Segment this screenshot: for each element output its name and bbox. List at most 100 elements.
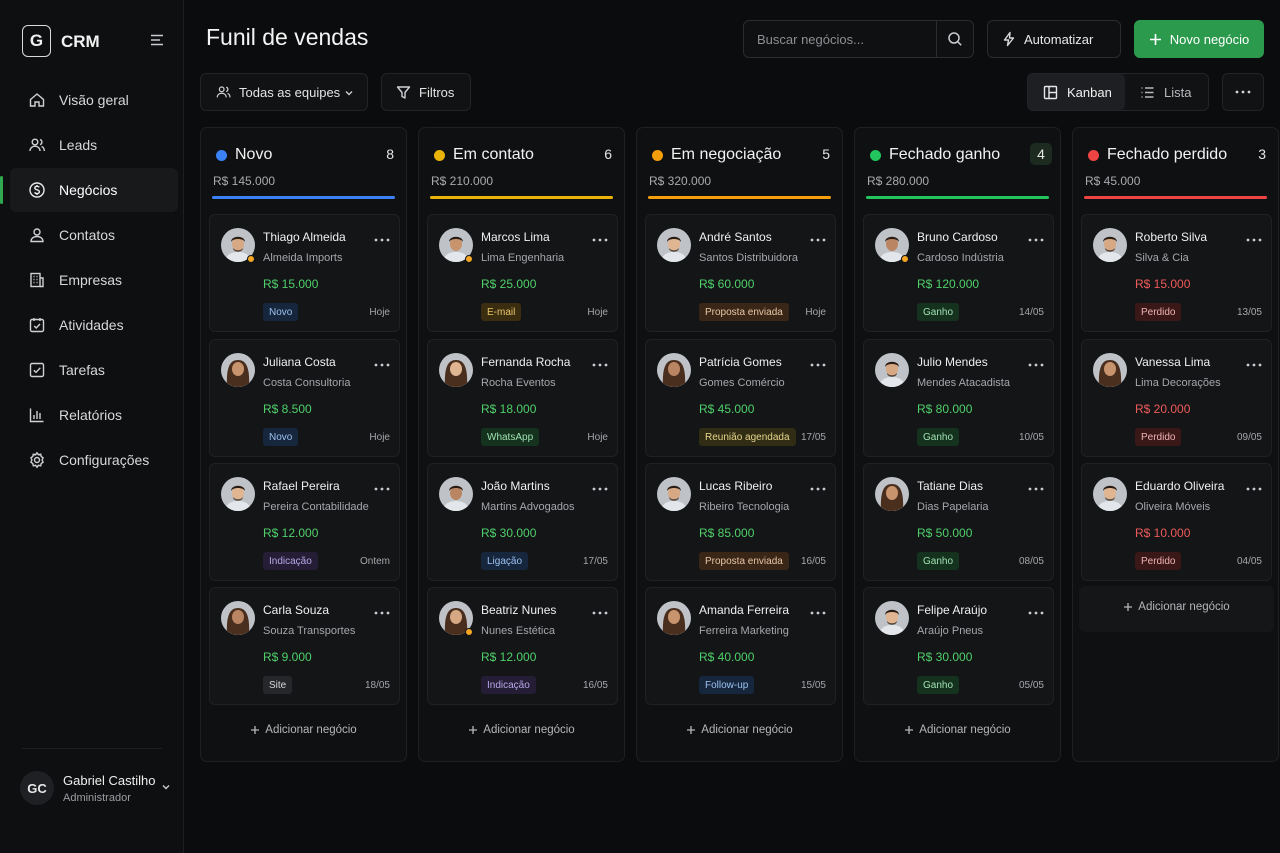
sidebar-item-empresas[interactable]: Empresas xyxy=(10,258,178,302)
deal-card[interactable]: Marcos Lima Lima Engenharia R$ 25.000 E-mai… xyxy=(427,214,618,332)
deal-card[interactable]: Julio Mendes Mendes Atacadista R$ 80.000 Ga… xyxy=(863,339,1054,457)
tab-kanban-label: Kanban xyxy=(1067,84,1112,100)
user-menu[interactable]: GC Gabriel Castilho Administrador xyxy=(20,768,180,808)
sidebar-item-contatos[interactable]: Contatos xyxy=(10,213,178,257)
more-horizontal-icon[interactable] xyxy=(810,229,826,242)
deal-card[interactable]: Juliana Costa Costa Consultoria R$ 8.500 No… xyxy=(209,339,400,457)
column-total: R$ 45.000 xyxy=(1085,174,1141,188)
column-total: R$ 320.000 xyxy=(649,174,712,188)
more-horizontal-icon[interactable] xyxy=(592,478,608,491)
tab-kanban[interactable]: Kanban xyxy=(1028,74,1125,110)
more-horizontal-icon[interactable] xyxy=(1028,602,1044,615)
deal-card[interactable]: Felipe Araújo Araújo Pneus R$ 30.000 Ganho 0… xyxy=(863,587,1054,705)
plus-icon xyxy=(1124,603,1133,611)
sidebar-item-atividades[interactable]: Atividades xyxy=(10,303,178,347)
deal-card[interactable]: Tatiane Dias Dias Papelaria R$ 50.000 Ganho… xyxy=(863,463,1054,581)
search-input[interactable] xyxy=(744,21,936,57)
avatar xyxy=(1093,477,1127,511)
sidebar-item-relatorios[interactable]: Relatórios xyxy=(10,393,178,437)
more-horizontal-icon[interactable] xyxy=(374,602,390,615)
more-horizontal-icon[interactable] xyxy=(1246,229,1262,242)
more-horizontal-icon[interactable] xyxy=(1028,354,1044,367)
deal-card[interactable]: Fernanda Rocha Rocha Eventos R$ 18.000 What… xyxy=(427,339,618,457)
more-horizontal-icon[interactable] xyxy=(1246,478,1262,491)
column-title: Fechado ganho xyxy=(889,146,1001,163)
more-horizontal-icon[interactable] xyxy=(810,354,826,367)
more-horizontal-icon[interactable] xyxy=(1246,354,1262,367)
deal-card[interactable]: João Martins Martins Advogados R$ 30.000 Li… xyxy=(427,463,618,581)
deal-tag: Ganho xyxy=(917,552,960,570)
more-horizontal-icon[interactable] xyxy=(592,229,608,242)
more-horizontal-icon[interactable] xyxy=(374,354,390,367)
menu-icon[interactable] xyxy=(148,31,166,49)
deal-date: 17/05 xyxy=(800,432,826,443)
deal-company: Martins Advogados xyxy=(481,501,575,513)
calendar-check-icon xyxy=(29,318,45,333)
deal-contact-name: Thiago Almeida xyxy=(263,230,346,244)
sidebar-item-visao-geral[interactable]: Visão geral xyxy=(10,78,178,122)
add-deal-button[interactable]: Adicionar negócio xyxy=(1079,586,1274,632)
deal-card[interactable]: Beatriz Nunes Nunes Estética R$ 12.000 Indi… xyxy=(427,587,618,705)
more-horizontal-icon[interactable] xyxy=(1028,229,1044,242)
deal-value: R$ 8.500 xyxy=(263,402,312,416)
sidebar-item-tarefas[interactable]: Tarefas xyxy=(10,348,178,392)
deal-card[interactable]: André Santos Santos Distribuidora R$ 60.00… xyxy=(645,214,836,332)
tab-list[interactable]: Lista xyxy=(1125,74,1191,110)
add-deal-button[interactable]: Adicionar negócio xyxy=(201,724,406,736)
divider xyxy=(22,748,162,749)
avatar xyxy=(875,601,909,635)
more-options-button[interactable] xyxy=(1222,73,1264,111)
column-count: 4 xyxy=(1030,143,1052,165)
deal-card[interactable]: Lucas Ribeiro Ribeiro Tecnologia R$ 85.000… xyxy=(645,463,836,581)
avatar xyxy=(657,228,691,262)
column-fechado-ganho: Fechado ganho 4 R$ 280.000 Bruno Cardoso Car… xyxy=(854,127,1061,762)
more-horizontal-icon[interactable] xyxy=(1028,478,1044,491)
deal-card[interactable]: Patrícia Gomes Gomes Comércio R$ 45.000 Reu… xyxy=(645,339,836,457)
add-deal-button[interactable]: Adicionar negócio xyxy=(855,724,1060,736)
deal-card[interactable]: Eduardo Oliveira Oliveira Móveis R$ 10.000… xyxy=(1081,463,1272,581)
user-icon xyxy=(30,228,44,243)
add-deal-button[interactable]: Adicionar negócio xyxy=(419,724,624,736)
filters-button[interactable]: Filtros xyxy=(381,73,471,111)
automate-button[interactable]: Automatizar xyxy=(987,20,1121,58)
new-deal-button[interactable]: Novo negócio xyxy=(1134,20,1264,58)
sidebar-item-configuracoes[interactable]: Configurações xyxy=(10,438,178,482)
deal-card[interactable]: Roberto Silva Silva & Cia R$ 15.000 Perdido… xyxy=(1081,214,1272,332)
deal-company: Dias Papelaria xyxy=(917,501,989,513)
deal-tag: Indicação xyxy=(263,552,318,570)
more-horizontal-icon[interactable] xyxy=(810,602,826,615)
deal-card[interactable]: Bruno Cardoso Cardoso Indústria R$ 120.000… xyxy=(863,214,1054,332)
deal-value: R$ 50.000 xyxy=(917,526,973,540)
deal-card[interactable]: Carla Souza Souza Transportes R$ 9.000 Site… xyxy=(209,587,400,705)
column-progress-line xyxy=(1084,196,1267,199)
sidebar-item-label: Tarefas xyxy=(59,362,105,378)
search-button[interactable] xyxy=(936,21,973,57)
more-horizontal-icon[interactable] xyxy=(592,602,608,615)
deal-card[interactable]: Thiago Almeida Almeida Imports R$ 15.000 No… xyxy=(209,214,400,332)
deal-card[interactable]: Vanessa Lima Lima Decorações R$ 20.000 Perd… xyxy=(1081,339,1272,457)
avatar xyxy=(221,477,255,511)
new-deal-label: Novo negócio xyxy=(1169,31,1250,47)
more-horizontal-icon[interactable] xyxy=(374,229,390,242)
deal-tag: Reunião agendada xyxy=(699,428,796,446)
list-icon xyxy=(1141,86,1154,98)
more-horizontal-icon[interactable] xyxy=(374,478,390,491)
deal-date: 08/05 xyxy=(1018,556,1044,567)
deal-card[interactable]: Rafael Pereira Pereira Contabilidade R$ 12… xyxy=(209,463,400,581)
sidebar-item-leads[interactable]: Leads xyxy=(10,123,178,167)
teams-dropdown[interactable]: Todas as equipes xyxy=(200,73,368,111)
deal-company: Silva & Cia xyxy=(1135,252,1189,264)
search-icon xyxy=(948,32,962,46)
sidebar-item-label: Configurações xyxy=(59,452,150,468)
sidebar-item-negocios[interactable]: Negócios xyxy=(0,168,178,212)
deal-card[interactable]: Amanda Ferreira Ferreira Marketing R$ 40.0… xyxy=(645,587,836,705)
more-horizontal-icon[interactable] xyxy=(810,478,826,491)
deal-date: Ontem xyxy=(359,556,390,567)
more-horizontal-icon[interactable] xyxy=(592,354,608,367)
deal-tag: Proposta enviada xyxy=(699,552,789,570)
avatar: GC xyxy=(20,771,54,805)
chevron-down-icon[interactable] xyxy=(160,781,172,793)
add-deal-button[interactable]: Adicionar negócio xyxy=(637,724,842,736)
deal-date: Hoje xyxy=(369,432,390,443)
deal-contact-name: André Santos xyxy=(699,230,772,244)
